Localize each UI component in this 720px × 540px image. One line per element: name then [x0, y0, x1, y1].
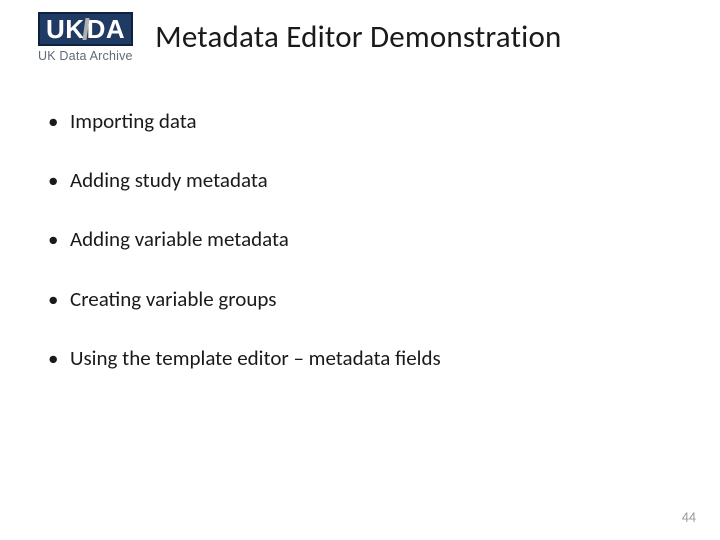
list-item: Adding variable metadata — [48, 227, 720, 252]
list-item: Using the template editor – metadata fie… — [48, 346, 720, 371]
logo-box: UK DA — [38, 12, 133, 46]
logo-text-uk: UK — [46, 16, 85, 42]
logo-text-da: DA — [87, 16, 126, 42]
logo: UK DA UK Data Archive — [38, 12, 133, 63]
slide-title: Metadata Editor Demonstration — [155, 18, 561, 56]
page-number: 44 — [682, 509, 696, 526]
list-item: Creating variable groups — [48, 287, 720, 312]
list-item: Adding study metadata — [48, 168, 720, 193]
logo-subtitle: UK Data Archive — [38, 49, 133, 63]
list-item: Importing data — [48, 109, 720, 134]
bullet-list: Importing data Adding study metadata Add… — [48, 109, 720, 371]
slide-header: UK DA UK Data Archive Metadata Editor De… — [0, 0, 720, 63]
